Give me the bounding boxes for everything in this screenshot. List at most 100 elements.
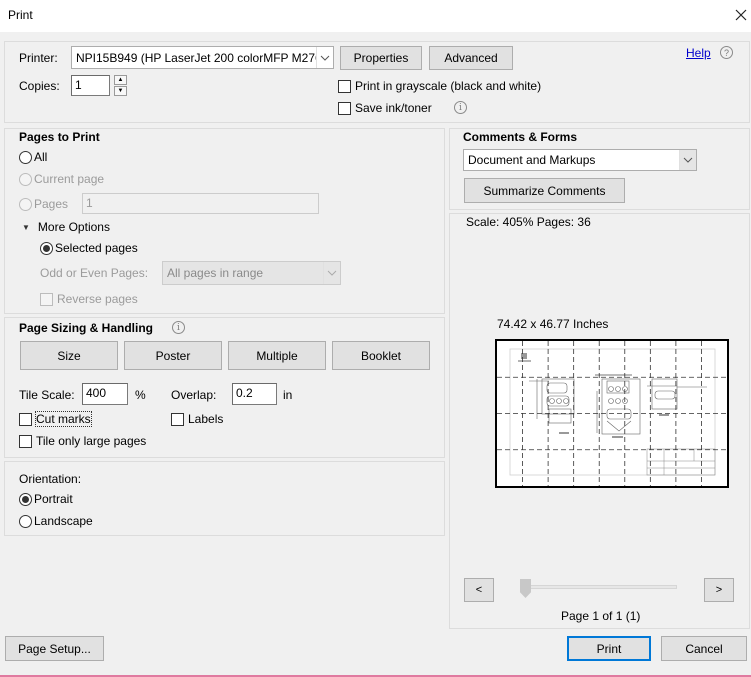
close-button[interactable] — [731, 4, 751, 24]
print-preview-page — [495, 339, 729, 488]
all-label: All — [34, 150, 48, 164]
grayscale-label: Print in grayscale (black and white) — [355, 79, 542, 93]
stepper-down-icon[interactable]: ▼ — [114, 86, 127, 96]
window-title: Print — [8, 8, 33, 22]
tile-large-checkbox[interactable] — [19, 434, 32, 448]
tile-scale-label: Tile Scale: — [19, 388, 75, 402]
drawing-frame — [509, 348, 716, 476]
tile-scale-input[interactable]: 400 — [82, 383, 128, 405]
cut-marks-label: Cut marks — [35, 411, 92, 427]
cut-marks-checkbox[interactable] — [19, 412, 32, 426]
comments-forms-value: Document and Markups — [468, 153, 596, 167]
stepper-up-icon[interactable]: ▲ — [114, 75, 127, 85]
pages-to-print-heading: Pages to Print — [19, 130, 100, 144]
booklet-button[interactable]: Booklet — [332, 341, 430, 370]
more-options-toggle[interactable]: ▼ More Options — [22, 220, 110, 234]
info-icon[interactable]: i — [172, 321, 185, 334]
pages-radio — [19, 197, 32, 211]
landscape-label: Landscape — [34, 514, 93, 528]
page-slider-track[interactable] — [522, 585, 677, 589]
all-radio[interactable] — [19, 150, 32, 164]
labels-label: Labels — [188, 412, 224, 426]
overlap-label: Overlap: — [171, 388, 217, 402]
copies-input[interactable]: 1 — [71, 75, 110, 96]
page-indicator: Page 1 of 1 (1) — [561, 609, 641, 623]
info-icon-glyph: i — [177, 322, 180, 333]
grayscale-option[interactable]: Print in grayscale (black and white) — [338, 79, 541, 93]
title-bar — [0, 0, 751, 32]
info-icon[interactable]: i — [454, 101, 467, 114]
close-x-icon — [735, 9, 747, 21]
overlap-input[interactable]: 0.2 — [232, 383, 277, 405]
tile-grid — [497, 341, 727, 486]
summarize-comments-button[interactable]: Summarize Comments — [464, 178, 625, 203]
multiple-button[interactable]: Multiple — [228, 341, 326, 370]
reverse-pages-option: Reverse pages — [40, 292, 138, 306]
pages-range-input: 1 — [82, 193, 319, 214]
printer-select[interactable]: NPI15B949 (HP LaserJet 200 colorMFP M276… — [71, 46, 334, 69]
current-page-radio — [19, 172, 32, 186]
properties-button[interactable]: Properties — [340, 46, 422, 70]
next-page-button[interactable]: > — [704, 578, 734, 602]
scale-pages-text: Scale: 405% Pages: 36 — [466, 215, 591, 229]
current-page-option: Current page — [19, 172, 104, 186]
portrait-label: Portrait — [34, 492, 73, 506]
size-button[interactable]: Size — [20, 341, 118, 370]
grayscale-checkbox[interactable] — [338, 79, 351, 93]
drawing-middle-view — [596, 378, 641, 438]
portrait-option[interactable]: Portrait — [19, 492, 73, 506]
poster-button[interactable]: Poster — [124, 341, 222, 370]
advanced-button[interactable]: Advanced — [429, 46, 513, 70]
more-options-label: More Options — [37, 220, 110, 234]
help-link[interactable]: Help — [686, 46, 711, 60]
comments-forms-select[interactable]: Document and Markups — [463, 149, 697, 171]
odd-even-label: Odd or Even Pages: — [40, 266, 149, 280]
landscape-option[interactable]: Landscape — [19, 514, 93, 528]
pages-label: Pages — [34, 197, 69, 211]
help-icon-glyph: ? — [723, 47, 729, 58]
prev-page-label: < — [475, 584, 483, 596]
page-setup-button[interactable]: Page Setup... — [5, 636, 104, 661]
page-sizing-heading: Page Sizing & Handling — [19, 321, 154, 335]
current-page-label: Current page — [34, 172, 105, 186]
odd-even-select: All pages in range — [162, 261, 341, 285]
orientation-heading: Orientation: — [19, 472, 82, 486]
copies-label: Copies: — [19, 79, 60, 93]
next-page-label: > — [715, 584, 723, 596]
triangle-down-icon: ▼ — [22, 222, 30, 232]
labels-checkbox[interactable] — [171, 412, 184, 426]
print-button[interactable]: Print — [567, 636, 651, 661]
chevron-down-icon — [679, 150, 696, 170]
labels-option[interactable]: Labels — [171, 412, 223, 426]
all-pages-option[interactable]: All — [19, 150, 47, 164]
reverse-pages-checkbox — [40, 292, 53, 306]
overlap-unit: in — [283, 388, 293, 402]
selected-pages-option[interactable]: Selected pages — [40, 241, 138, 255]
reverse-pages-label: Reverse pages — [57, 292, 138, 306]
pages-option: Pages — [19, 197, 68, 211]
chevron-down-icon — [323, 262, 340, 284]
save-ink-checkbox[interactable] — [338, 101, 351, 115]
selected-pages-radio[interactable] — [40, 241, 53, 255]
portrait-radio[interactable] — [19, 492, 32, 506]
tile-scale-unit: % — [135, 388, 146, 402]
copies-stepper[interactable]: ▲ ▼ — [114, 75, 127, 96]
save-ink-option[interactable]: Save ink/toner — [338, 101, 432, 115]
drawing-right-view — [647, 378, 707, 416]
printer-label: Printer: — [19, 51, 58, 65]
tile-large-option[interactable]: Tile only large pages — [19, 434, 146, 448]
prev-page-button[interactable]: < — [464, 578, 494, 602]
drawing-logo — [521, 353, 527, 359]
preview-drawing — [497, 341, 727, 486]
comments-forms-heading: Comments & Forms — [463, 130, 578, 144]
drawing-title-block — [646, 448, 716, 476]
landscape-radio[interactable] — [19, 514, 32, 528]
info-icon-glyph: i — [459, 102, 462, 113]
help-icon[interactable]: ? — [720, 46, 733, 59]
tile-large-label: Tile only large pages — [36, 434, 147, 448]
cancel-button[interactable]: Cancel — [661, 636, 747, 661]
printer-select-value: NPI15B949 (HP LaserJet 200 colorMFP M276… — [76, 50, 316, 65]
drawing-left-view — [529, 378, 575, 434]
odd-even-value: All pages in range — [167, 266, 264, 280]
cut-marks-option[interactable]: Cut marks — [19, 411, 92, 427]
